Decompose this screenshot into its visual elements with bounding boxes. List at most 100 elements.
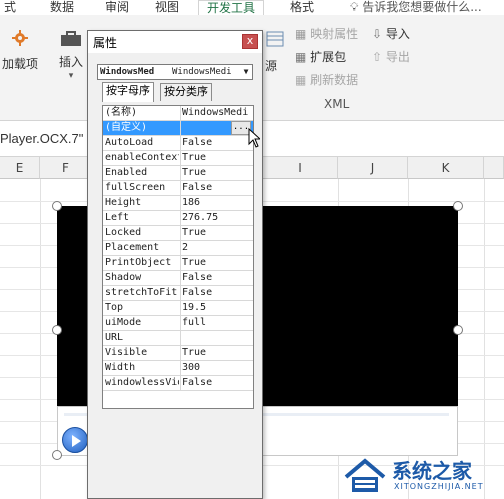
property-row[interactable]: (名称) WindowsMedi [103,106,253,121]
property-value[interactable]: WindowsMedi [182,106,252,120]
tab-review[interactable]: 审阅 [105,0,129,15]
column-header-i[interactable]: I [263,157,338,179]
property-value[interactable]: True [182,226,252,240]
property-row[interactable]: Height 186 [103,196,253,211]
resize-handle-right[interactable] [453,325,463,335]
property-row[interactable]: Enabled True [103,166,253,181]
property-name: Locked [105,227,142,238]
property-row[interactable]: uiMode full [103,316,253,331]
property-value[interactable]: False [182,286,252,300]
property-value[interactable]: False [182,271,252,285]
resize-handle-top-right[interactable] [453,201,463,211]
property-value[interactable]: True [182,346,252,360]
column-header-e[interactable]: E [0,157,40,179]
source-pane-icon [266,31,284,47]
property-row[interactable]: Shadow False [103,271,253,286]
property-row[interactable]: PrintObject True [103,256,253,271]
property-value[interactable]: 300 [182,361,252,375]
addins-button[interactable]: 加载项 [2,29,38,71]
tab-view[interactable]: 视图 [155,0,179,15]
tab-format[interactable]: 格式 [290,0,314,15]
property-value[interactable]: False [182,376,252,390]
insert-button[interactable]: 插入 ▾ [56,31,86,83]
close-button[interactable]: x [242,34,258,49]
play-button[interactable] [62,427,88,453]
property-name: (名称) [105,107,138,118]
column-divider [180,301,181,316]
watermark-text: 系统之家 [392,459,472,483]
column-divider [180,121,181,136]
properties-title-bar[interactable]: 属性 x [88,31,262,53]
property-row[interactable]: Visible True [103,346,253,361]
column-header-next[interactable] [484,157,504,179]
tab-alphabetic[interactable]: 按字母序 [102,82,154,102]
import-button[interactable]: ⇩ 导入 [372,27,410,41]
export-icon: ⇧ [372,50,383,64]
property-name: Visible [105,347,148,358]
property-name: Enabled [105,167,148,178]
resize-handle-top-left[interactable] [52,201,62,211]
properties-title: 属性 [93,36,118,50]
expansion-pack-icon: ▦ [295,50,307,64]
property-value[interactable]: 276.75 [182,211,252,225]
map-properties-button[interactable]: ▦ 映射属性 [295,27,358,41]
tell-me-search[interactable]: 💡︎ 告诉我您想要做什么... [350,0,482,14]
property-row[interactable]: windowlessVid False [103,376,253,391]
column-header-f[interactable]: F [40,157,92,179]
column-divider [180,361,181,376]
resize-handle-bottom-left[interactable] [52,450,62,460]
column-divider [180,271,181,286]
property-value[interactable]: full [182,316,252,330]
property-row[interactable]: Top 19.5 [103,301,253,316]
house-logo-icon [344,458,386,492]
property-value[interactable]: 2 [182,241,252,255]
column-divider [180,331,181,346]
property-name: fullScreen [105,182,166,193]
formula-content: Player.OCX.7" [0,131,84,146]
refresh-data-button[interactable]: ▦ 刷新数据 [295,73,358,87]
property-row[interactable]: enableContext True [103,151,253,166]
object-selector[interactable]: WindowsMed WindowsMedi ▼ [97,64,253,80]
watermark-url: XITONGZHIJIA.NET [394,482,484,491]
property-name: Width [105,362,136,373]
property-value[interactable]: True [182,166,252,180]
toolbox-icon [61,31,81,46]
expansion-packs-button[interactable]: ▦ 扩展包 [295,50,346,64]
property-row[interactable]: Left 276.75 [103,211,253,226]
column-divider [180,136,181,151]
lightbulb-icon: 💡︎ [350,0,359,14]
property-row[interactable]: stretchToFit False [103,286,253,301]
property-value[interactable]: False [182,136,252,150]
property-row[interactable]: Placement 2 [103,241,253,256]
tab-data[interactable]: 数据 [50,0,74,15]
column-divider [180,316,181,331]
tab-developer[interactable]: 开发工具 [198,0,265,15]
tab-formulas[interactable]: 式 [4,0,16,15]
property-value[interactable]: True [182,151,252,165]
xml-group-label: XML [324,97,350,111]
tab-categorized[interactable]: 按分类序 [160,83,212,101]
resize-handle-left[interactable] [52,325,62,335]
property-name: Left [105,212,130,223]
column-divider [180,106,181,121]
column-header-k[interactable]: K [408,157,484,179]
column-divider [180,346,181,361]
property-row[interactable]: URL [103,331,253,346]
property-row[interactable]: fullScreen False [103,181,253,196]
property-row[interactable]: Locked True [103,226,253,241]
column-divider [180,181,181,196]
property-row[interactable]: (自定义)... [103,121,253,136]
addins-label: 加载项 [2,57,39,71]
source-label[interactable]: 源 [265,59,277,73]
property-value[interactable]: False [182,181,252,195]
column-header-j[interactable]: J [338,157,408,179]
property-row[interactable]: Width 300 [103,361,253,376]
object-type: WindowsMedi [172,67,232,77]
column-divider [180,166,181,181]
export-button[interactable]: ⇧ 导出 [372,50,410,64]
property-value[interactable]: True [182,256,252,270]
property-row[interactable]: AutoLoad False [103,136,253,151]
property-value[interactable]: 186 [182,196,252,210]
properties-window: 属性 x WindowsMed WindowsMedi ▼ 按字母序 按分类序 … [87,30,263,499]
property-value[interactable]: 19.5 [182,301,252,315]
